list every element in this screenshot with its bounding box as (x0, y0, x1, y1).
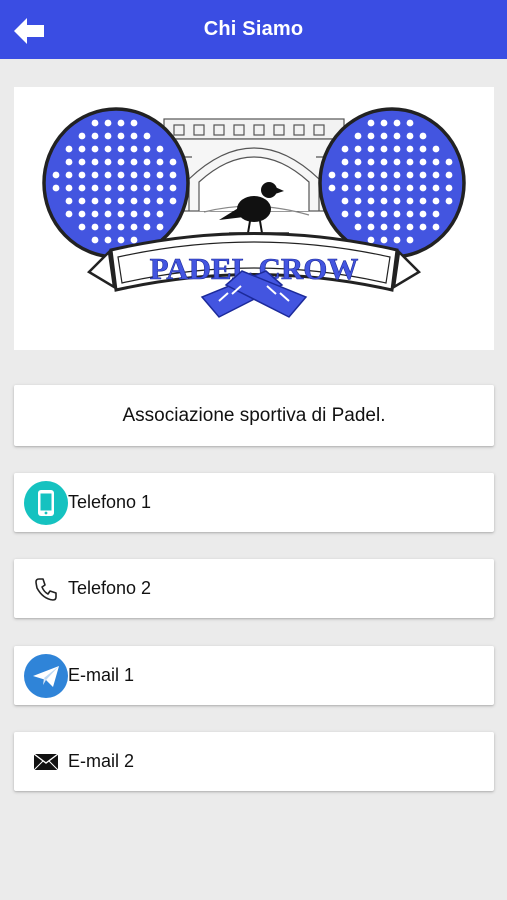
contact-row-telefono-2[interactable]: Telefono 2 (14, 559, 494, 618)
contact-label: Telefono 2 (68, 578, 152, 598)
page-title: Chi Siamo (203, 18, 304, 40)
phone-handset-icon (24, 567, 68, 611)
contact-row-email-2[interactable]: E-mail 2 (14, 732, 494, 791)
padel-crow-logo: PADEL CROW (14, 87, 494, 350)
contact-row-telefono-1[interactable]: Telefono 1 (14, 473, 494, 532)
contact-label: E-mail 2 (68, 751, 135, 771)
description-text: Associazione sportiva di Padel. (122, 404, 386, 426)
mobile-phone-icon (24, 481, 68, 525)
arrow-left-icon (14, 18, 44, 44)
contact-row-email-1[interactable]: E-mail 1 (14, 646, 494, 705)
app-header: Chi Siamo (0, 0, 507, 59)
description-card: Associazione sportiva di Padel. (14, 385, 494, 446)
envelope-icon (24, 740, 68, 784)
back-button[interactable] (10, 12, 48, 50)
contact-label: Telefono 1 (68, 492, 152, 512)
contact-label: E-mail 1 (68, 665, 135, 685)
paper-plane-mail-icon (24, 654, 68, 698)
